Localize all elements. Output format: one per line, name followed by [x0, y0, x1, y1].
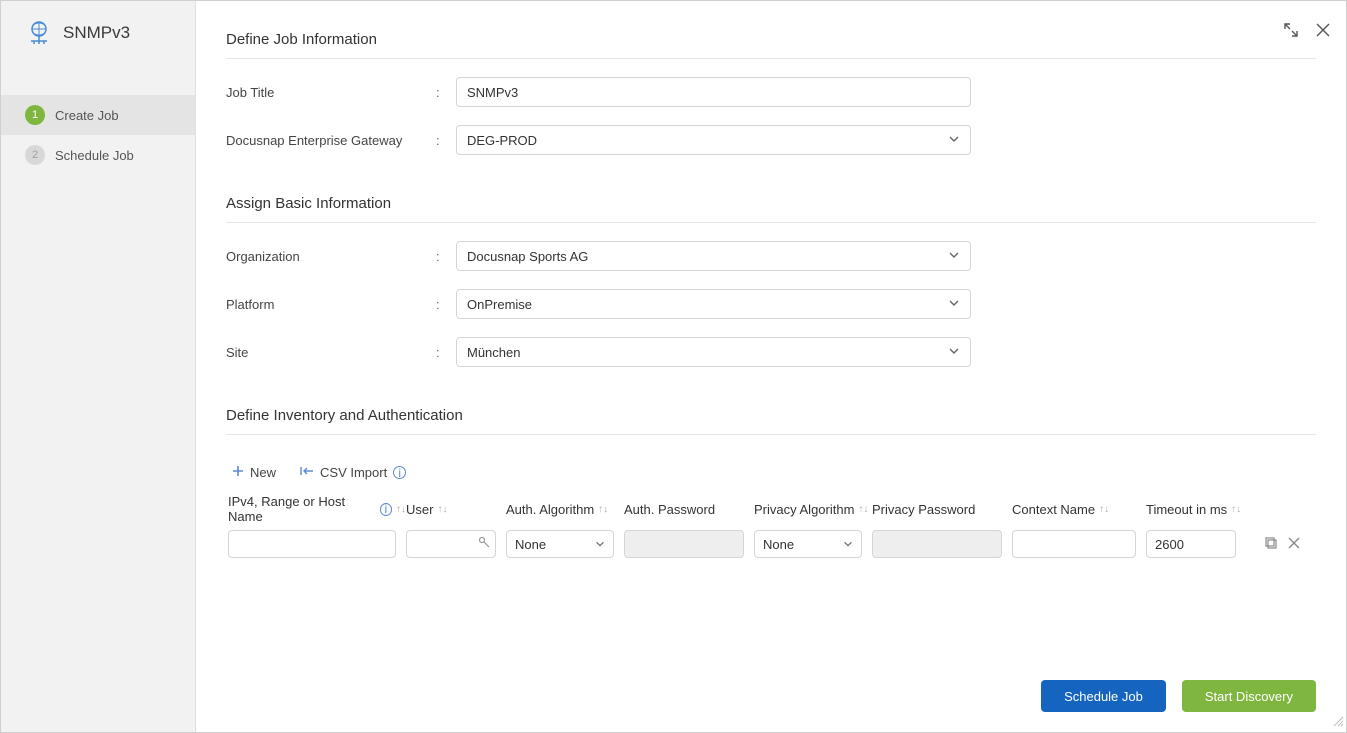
select-auth-alg[interactable]: None: [506, 530, 614, 558]
col-priv-alg[interactable]: Privacy Algorithm ↑↓: [754, 494, 872, 524]
start-discovery-button[interactable]: Start Discovery: [1182, 680, 1316, 712]
inventory-grid: IPv4, Range or Host Name i ↑↓ User ↑↓ Au…: [226, 494, 1316, 558]
sort-icon[interactable]: ↑↓: [1231, 504, 1241, 515]
row-job-title: Job Title :: [226, 77, 1316, 107]
step-schedule-job[interactable]: 2 Schedule Job: [1, 135, 195, 175]
step-badge: 2: [25, 145, 45, 165]
sidebar: SNMPv3 1 Create Job 2 Schedule Job: [1, 1, 196, 732]
select-organization[interactable]: Docusnap Sports AG: [456, 241, 971, 271]
input-auth-pw: [624, 530, 744, 558]
select-site[interactable]: München: [456, 337, 971, 367]
input-priv-pw: [872, 530, 1002, 558]
sort-icon[interactable]: ↑↓: [1099, 504, 1109, 515]
chevron-down-icon: [948, 297, 960, 312]
close-icon[interactable]: [1314, 21, 1332, 39]
col-priv-pw: Privacy Password: [872, 494, 1012, 524]
schedule-job-button[interactable]: Schedule Job: [1041, 680, 1166, 712]
resize-handle-icon[interactable]: [1332, 715, 1344, 730]
row-organization: Organization : Docusnap Sports AG: [226, 241, 1316, 271]
chevron-down-icon: [948, 133, 960, 148]
step-label: Schedule Job: [55, 148, 134, 163]
content: Define Job Information Job Title : Docus…: [196, 1, 1346, 558]
sort-icon[interactable]: ↑↓: [858, 504, 868, 515]
input-timeout[interactable]: [1146, 530, 1236, 558]
select-gateway-value: DEG-PROD: [467, 133, 537, 148]
maximize-icon[interactable]: [1282, 21, 1300, 39]
col-timeout[interactable]: Timeout in ms ↑↓: [1146, 494, 1246, 524]
section-define-job: Define Job Information: [226, 31, 1316, 59]
window-controls: [1282, 21, 1332, 39]
row-gateway: Docusnap Enterprise Gateway : DEG-PROD: [226, 125, 1316, 155]
row-platform: Platform : OnPremise: [226, 289, 1316, 319]
step-label: Create Job: [55, 108, 119, 123]
select-priv-alg[interactable]: None: [754, 530, 862, 558]
csv-label: CSV Import: [320, 465, 387, 480]
select-platform-value: OnPremise: [467, 297, 532, 312]
col-ipv4[interactable]: IPv4, Range or Host Name i ↑↓: [226, 494, 406, 524]
chevron-down-icon: [595, 537, 605, 552]
step-list: 1 Create Job 2 Schedule Job: [1, 95, 195, 175]
snmp-icon: [25, 19, 53, 47]
col-auth-pw: Auth. Password: [624, 494, 754, 524]
copy-row-icon[interactable]: [1264, 536, 1278, 553]
delete-row-icon[interactable]: [1288, 536, 1300, 553]
section-inventory: Define Inventory and Authentication: [226, 407, 1316, 435]
label-organization: Organization: [226, 249, 436, 264]
sort-icon[interactable]: ↑↓: [598, 504, 608, 515]
new-label: New: [250, 465, 276, 480]
import-icon: [300, 465, 314, 480]
select-organization-value: Docusnap Sports AG: [467, 249, 588, 264]
step-badge: 1: [25, 105, 45, 125]
grid-row: None None: [226, 530, 1316, 558]
select-platform[interactable]: OnPremise: [456, 289, 971, 319]
chevron-down-icon: [948, 345, 960, 360]
input-context[interactable]: [1012, 530, 1136, 558]
sidebar-title: SNMPv3: [63, 23, 130, 43]
inventory-toolbar: New CSV Import i: [226, 453, 1316, 494]
label-job-title: Job Title: [226, 85, 436, 100]
key-icon[interactable]: [478, 536, 490, 551]
chevron-down-icon: [948, 249, 960, 264]
label-gateway: Docusnap Enterprise Gateway: [226, 133, 436, 148]
csv-import-button[interactable]: CSV Import i: [300, 465, 406, 480]
col-ctx[interactable]: Context Name ↑↓: [1012, 494, 1146, 524]
input-ipv4[interactable]: [228, 530, 396, 558]
main-panel: Define Job Information Job Title : Docus…: [196, 1, 1346, 732]
info-icon[interactable]: i: [393, 466, 406, 479]
label-platform: Platform: [226, 297, 436, 312]
sidebar-header: SNMPv3: [1, 1, 195, 65]
plus-icon: [232, 465, 244, 480]
sort-icon[interactable]: ↑↓: [437, 504, 447, 515]
step-create-job[interactable]: 1 Create Job: [1, 95, 195, 135]
info-icon[interactable]: i: [380, 503, 392, 516]
chevron-down-icon: [843, 537, 853, 552]
new-button[interactable]: New: [232, 465, 276, 480]
label-site: Site: [226, 345, 436, 360]
row-site: Site : München: [226, 337, 1316, 367]
footer: Schedule Job Start Discovery: [1041, 680, 1316, 712]
input-job-title[interactable]: [456, 77, 971, 107]
col-user[interactable]: User ↑↓: [406, 494, 506, 524]
select-gateway[interactable]: DEG-PROD: [456, 125, 971, 155]
select-site-value: München: [467, 345, 520, 360]
section-assign-basic: Assign Basic Information: [226, 195, 1316, 223]
grid-header: IPv4, Range or Host Name i ↑↓ User ↑↓ Au…: [226, 494, 1316, 530]
sort-icon[interactable]: ↑↓: [396, 504, 406, 515]
col-auth-alg[interactable]: Auth. Algorithm ↑↓: [506, 494, 624, 524]
